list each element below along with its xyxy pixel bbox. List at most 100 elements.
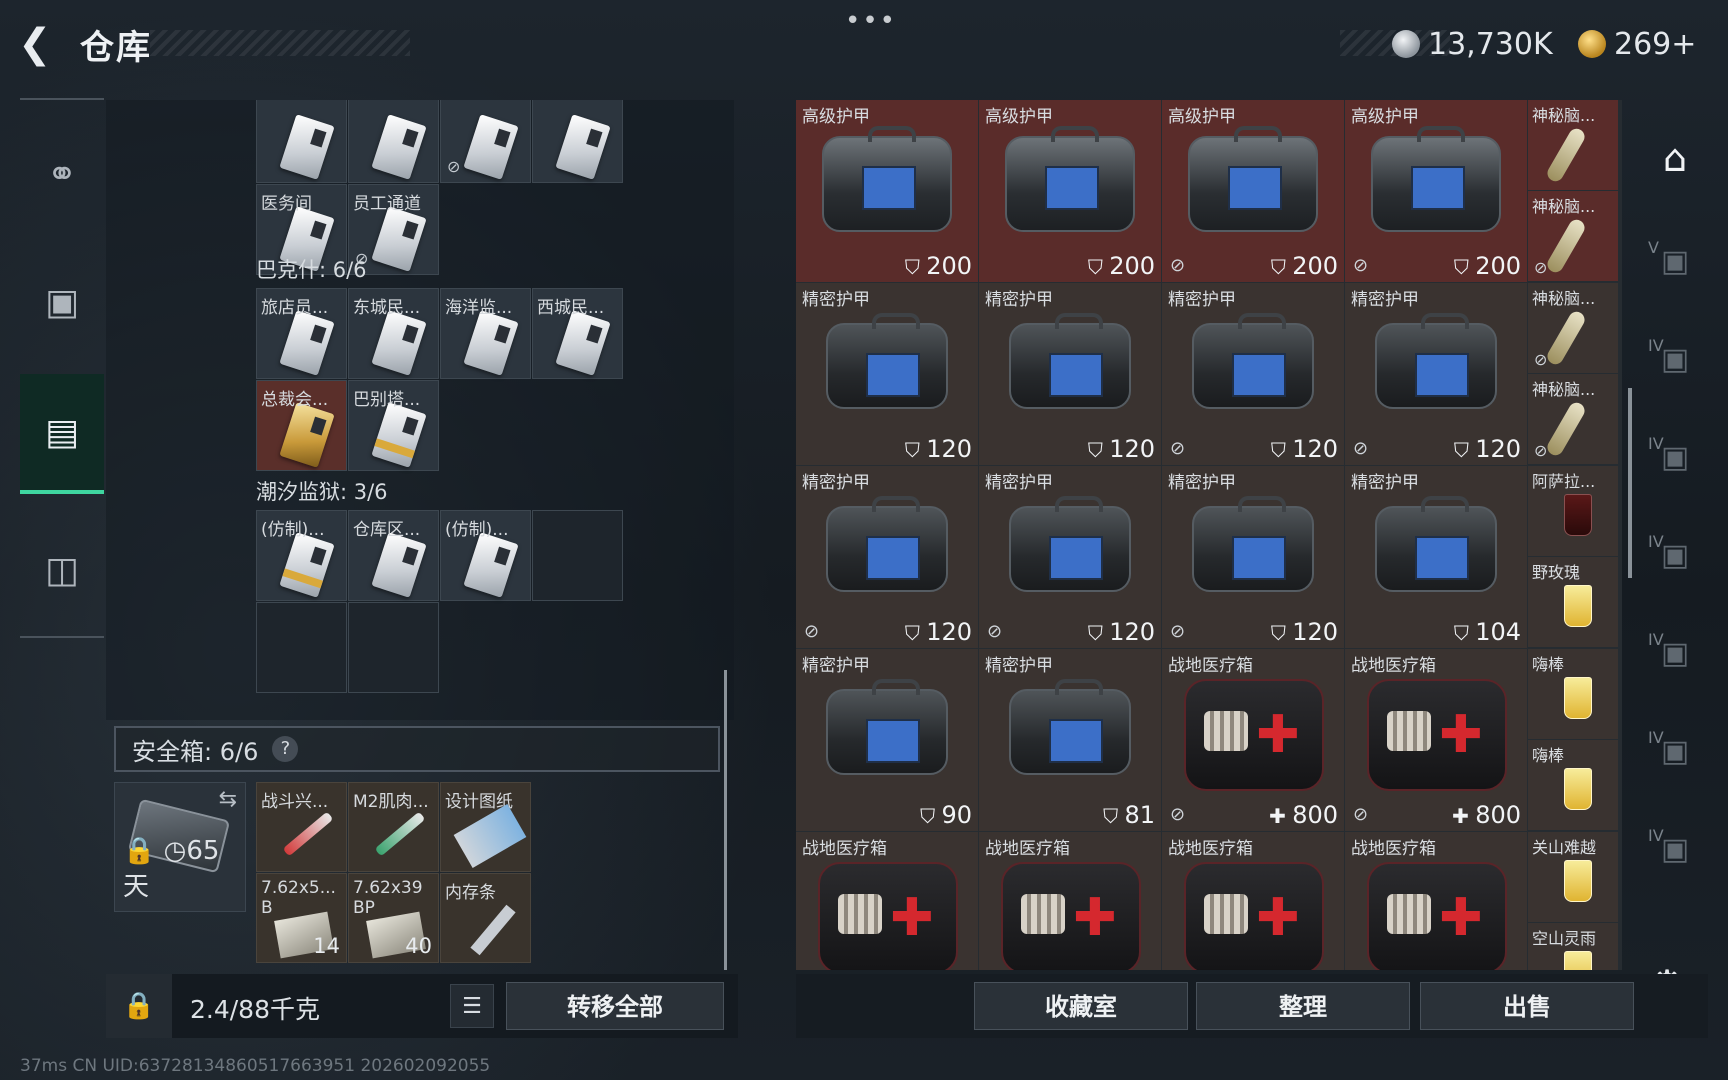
inventory-item[interactable]: 高级护甲 ⛉ 200 <box>796 100 978 282</box>
no-trade-icon: ⊘ <box>1170 255 1186 276</box>
inventory-item[interactable]: 精密护甲 ⛉ 120 ⊘ <box>1162 466 1344 648</box>
item-name: 战地医疗箱 <box>1168 839 1253 859</box>
inventory-small-item[interactable]: 神秘脑... ⊘ <box>1528 374 1618 464</box>
keycard-slot[interactable]: 总裁会... <box>256 380 347 471</box>
item-name: 神秘脑... <box>1532 106 1596 125</box>
inventory-small-item[interactable]: 嗨棒 <box>1528 740 1618 830</box>
inventory-item[interactable]: 精密护甲 ⛉ 120 <box>796 283 978 465</box>
inventory-item[interactable]: 高级护甲 ⛉ 200 ⊘ <box>1345 100 1527 282</box>
case-tab[interactable]: ◫ <box>20 510 104 630</box>
inventory-item[interactable]: 高级护甲 ⛉ 200 ⊘ <box>1162 100 1344 282</box>
keycard-slot[interactable] <box>532 100 623 183</box>
keycard-label: (仿制)... <box>261 520 325 540</box>
sell-button[interactable]: 出售 <box>1420 982 1634 1030</box>
category-filter-icon[interactable]: ▣ IV <box>1648 728 1700 784</box>
inventory-item[interactable]: 精密护甲 ⛉ 120 ⊘ <box>796 466 978 648</box>
item-value: ⛉ 200 <box>1271 252 1338 280</box>
item-value: ⛉ 120 <box>1088 618 1155 646</box>
keycard-slot[interactable]: 巴别塔... <box>348 380 439 471</box>
equipment-tab[interactable]: ▣ <box>20 242 104 362</box>
item-value: ✚ 800 <box>1269 801 1338 829</box>
armor-shield-icon: ⛉ <box>904 621 927 645</box>
inventory-item[interactable]: 精密护甲 ⛉ 120 ⊘ <box>979 466 1161 648</box>
inventory-small-item[interactable]: 神秘脑... ⊘ <box>1528 283 1618 373</box>
gold-currency[interactable]: 269+ <box>1578 22 1696 66</box>
gold-coin-icon <box>1578 30 1606 58</box>
medkit-image <box>1001 862 1141 970</box>
keycard-slot[interactable]: 海洋监... <box>440 288 531 379</box>
empty-slot[interactable] <box>348 602 439 693</box>
safe-item-slot[interactable]: 设计图纸 <box>440 782 531 872</box>
keycard-slot[interactable]: ⊘ <box>440 100 531 183</box>
toolbox-icon: ◫ <box>44 549 79 591</box>
inventory-small-item[interactable]: 野玫瑰 <box>1528 557 1618 647</box>
storage-tab[interactable]: ▤ <box>20 374 104 494</box>
keycard-image <box>279 114 335 180</box>
inventory-item[interactable]: 战地医疗箱 ✚ 800 ⊘ <box>1345 649 1527 831</box>
inventory-item[interactable]: 精密护甲 ⛉ 120 ⊘ <box>1345 283 1527 465</box>
empty-slot[interactable] <box>532 510 623 601</box>
keycard-image <box>371 532 427 598</box>
storage-house-icon[interactable]: ⌂ <box>1650 136 1700 186</box>
list-view-icon[interactable]: ☰ <box>450 984 494 1028</box>
keycard-slot[interactable] <box>348 100 439 183</box>
inventory-small-item[interactable]: 神秘脑... <box>1528 100 1618 190</box>
safe-item-slot[interactable]: M2肌肉... <box>348 782 439 872</box>
inventory-item[interactable]: 精密护甲 ⛉ 81 <box>979 649 1161 831</box>
safe-item-slot[interactable]: 内存条 <box>440 873 531 963</box>
inventory-small-item[interactable]: 阿萨拉... <box>1528 466 1618 556</box>
item-name: 神秘脑... <box>1532 289 1596 308</box>
armor-shield-icon: ⛉ <box>1270 438 1293 462</box>
help-icon[interactable]: ? <box>272 736 299 762</box>
armor-image <box>1371 126 1501 232</box>
category-filter-icon[interactable]: ▣ IV <box>1648 532 1700 588</box>
category-filter-icon[interactable]: ▣ IV <box>1648 826 1700 882</box>
inventory-small-item[interactable]: 嗨棒 <box>1528 649 1618 739</box>
inventory-item[interactable]: 战地医疗箱 <box>796 832 978 970</box>
weight-lock-icon[interactable]: 🔒 <box>106 974 172 1038</box>
inventory-item[interactable]: 精密护甲 ⛉ 90 <box>796 649 978 831</box>
inventory-item[interactable]: 战地医疗箱 <box>1162 832 1344 970</box>
keycard-slot[interactable] <box>256 100 347 183</box>
inventory-item[interactable]: 高级护甲 ⛉ 200 <box>979 100 1161 282</box>
safe-item-slot[interactable]: 战斗兴... <box>256 782 347 872</box>
inventory-item[interactable]: 战地医疗箱 <box>1345 832 1527 970</box>
swap-icon[interactable]: ⇆ <box>219 787 237 812</box>
medkit-image <box>1184 679 1324 791</box>
category-filter-icon[interactable]: ▣ IV <box>1648 336 1700 392</box>
inventory-item[interactable]: 精密护甲 ⛉ 120 <box>979 283 1161 465</box>
keycard-image <box>371 206 427 272</box>
keycard-slot[interactable]: (仿制)... <box>256 510 347 601</box>
collection-room-button[interactable]: 收藏室 <box>974 982 1188 1030</box>
keycard-slot[interactable]: 西城民... <box>532 288 623 379</box>
blueprint-image <box>453 804 527 868</box>
category-filter-icon[interactable]: ▣ IV <box>1648 434 1700 490</box>
inventory-item[interactable]: 战地医疗箱 <box>979 832 1161 970</box>
safe-item-slot[interactable]: 7.62x39 BP 40 <box>348 873 439 963</box>
item-name: 战地医疗箱 <box>985 839 1070 859</box>
transfer-all-button[interactable]: 转移全部 <box>506 982 724 1030</box>
item-name: 高级护甲 <box>985 107 1053 127</box>
keycard-slot[interactable]: 东城民... <box>348 288 439 379</box>
safe-box-slot[interactable]: ⇆ 🔒 ◷65天 <box>114 782 246 912</box>
weapon-tab[interactable]: ⚭ <box>20 114 104 234</box>
arrange-button[interactable]: 整理 <box>1196 982 1410 1030</box>
keycard-slot[interactable]: (仿制)... <box>440 510 531 601</box>
keycard-slot[interactable]: 旅店员... <box>256 288 347 379</box>
inventory-item[interactable]: 战地医疗箱 ✚ 800 ⊘ <box>1162 649 1344 831</box>
empty-slot[interactable] <box>256 602 347 693</box>
inventory-small-item[interactable]: 神秘脑... ⊘ <box>1528 191 1618 281</box>
more-dots-icon[interactable]: ••• <box>845 6 897 36</box>
storage-scrollbar[interactable] <box>724 670 727 970</box>
category-filter-icon[interactable]: ▣ V <box>1648 238 1700 294</box>
back-arrow-icon[interactable]: ❮ <box>18 22 62 66</box>
keycard-slot[interactable]: 仓库区... <box>348 510 439 601</box>
inventory-small-item[interactable]: 关山难越 <box>1528 832 1618 922</box>
inventory-scrollbar[interactable] <box>1628 388 1632 578</box>
inventory-item[interactable]: 精密护甲 ⛉ 120 ⊘ <box>1162 283 1344 465</box>
inventory-item[interactable]: 精密护甲 ⛉ 104 <box>1345 466 1527 648</box>
category-filter-icon[interactable]: ▣ IV <box>1648 630 1700 686</box>
safe-item-slot[interactable]: 7.62x5... B 14 <box>256 873 347 963</box>
inventory-small-item[interactable]: 空山灵雨 <box>1528 923 1618 970</box>
keycard-image <box>555 114 611 180</box>
